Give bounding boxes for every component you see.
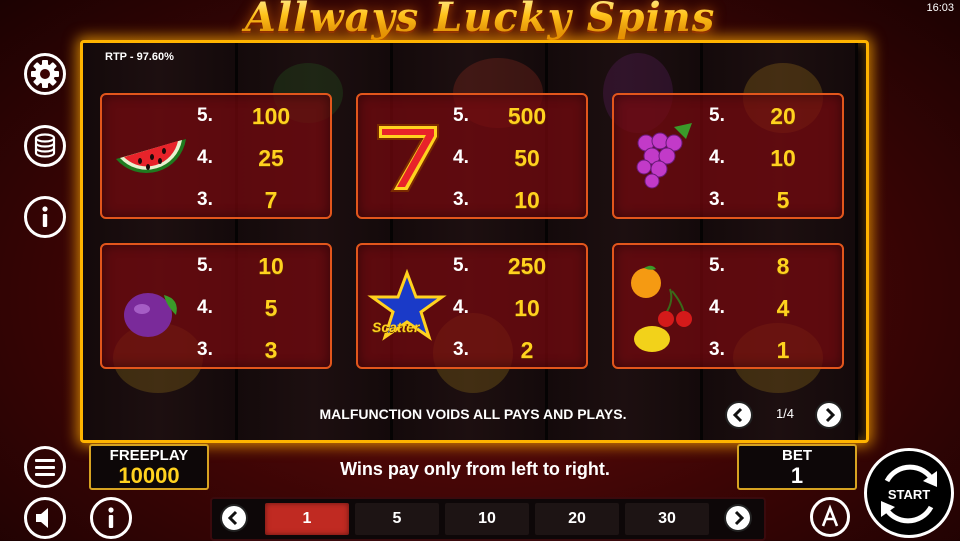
chevron-right-icon [825, 407, 836, 423]
pay-value: 1 [776, 337, 790, 363]
coins-button[interactable] [24, 125, 66, 167]
paytable-card-mixed-fruit: 5. 8 4. 4 3. 1 [612, 243, 844, 369]
pay-value: 20 [770, 103, 796, 129]
paytable-pager: 1/4 [723, 401, 848, 429]
paytable-card-watermelon: 5. 100 4. 25 3. 7 [100, 93, 332, 219]
lines-option-30[interactable]: 30 [625, 503, 709, 535]
count-label: 4. [709, 147, 725, 168]
chevron-right-icon [734, 510, 745, 526]
pay-value: 500 [507, 103, 547, 129]
plum-icon [124, 293, 177, 337]
count-label: 4. [453, 297, 469, 318]
paytable-card-grapes: 5. 20 4. 10 3. 5 [612, 93, 844, 219]
pay-value: 2 [520, 337, 534, 363]
count-label: 4. [197, 147, 213, 168]
seven-icon [377, 124, 439, 192]
pay-value: 7 [264, 187, 278, 213]
bet-value: 1 [790, 463, 804, 488]
clock: 16:03 [926, 2, 954, 14]
info-button-bottom[interactable] [90, 497, 132, 539]
rtp-label: RTP - 97.60% [105, 51, 174, 63]
count-label: 5. [709, 105, 725, 126]
gear-icon [31, 60, 59, 88]
count-label: 4. [197, 297, 213, 318]
paytable-card-plum: 5. 10 4. 5 3. 3 [100, 243, 332, 369]
lines-prev-button[interactable] [222, 506, 246, 530]
freeplay-label: FREEPLAY [109, 447, 189, 464]
count-label: 5. [453, 255, 469, 276]
count-label: 4. [709, 297, 725, 318]
pay-value: 25 [258, 145, 284, 171]
pay-value: 10 [514, 295, 540, 321]
count-label: 3. [709, 339, 725, 360]
hamburger-menu-icon [35, 459, 55, 476]
paytable-card-scatter: Scatter 5. 250 4. 10 3. 2 [356, 243, 588, 369]
pay-value: 50 [514, 145, 540, 171]
pay-value: 250 [507, 253, 547, 279]
chevron-left-icon [227, 510, 238, 526]
info-icon [108, 507, 114, 528]
pay-value: 3 [264, 337, 278, 363]
prev-page-button[interactable] [727, 403, 751, 427]
count-label: 3. [197, 189, 213, 210]
coins-icon [34, 133, 56, 158]
lines-next-button[interactable] [726, 506, 750, 530]
count-label: 5. [197, 255, 213, 276]
next-page-button[interactable] [817, 403, 841, 427]
freeplay-value: 10000 [118, 463, 180, 488]
info-button-top[interactable] [24, 196, 66, 238]
start-button[interactable]: START [864, 448, 954, 538]
grapes-icon [636, 123, 692, 189]
count-label: 3. [453, 189, 469, 210]
malfunction-notice: MALFUNCTION VOIDS ALL PAYS AND PLAYS. [319, 406, 627, 422]
count-label: 3. [453, 339, 469, 360]
autoplay-button[interactable] [810, 497, 850, 537]
count-label: 3. [709, 189, 725, 210]
pay-value: 10 [770, 145, 796, 171]
lines-selector: 1 5 10 20 30 [210, 497, 766, 541]
pay-value: 100 [251, 103, 291, 129]
pay-value: 8 [776, 253, 790, 279]
start-label: START [887, 487, 931, 502]
count-label: 5. [453, 105, 469, 126]
bet-label: BET [782, 447, 812, 464]
scatter-label: Scatter [372, 319, 420, 335]
lines-option-20[interactable]: 20 [535, 503, 619, 535]
settings-button[interactable] [24, 53, 66, 95]
count-label: 4. [453, 147, 469, 168]
lines-option-5[interactable]: 5 [355, 503, 439, 535]
count-label: 3. [197, 339, 213, 360]
watermelon-icon [116, 139, 186, 174]
orange-cherry-lemon-icon [631, 265, 692, 352]
game-title: Allways Lucky Spins [0, 0, 960, 41]
autoplay-icon [821, 504, 839, 527]
pay-value: 4 [776, 295, 790, 321]
paytable-card-seven: 5. 500 4. 50 3. 10 [356, 93, 588, 219]
bet-box[interactable]: BET 1 [737, 444, 857, 490]
wins-direction-text: Wins pay only from left to right. [340, 459, 610, 479]
scatter-star-icon [367, 268, 447, 341]
pay-value: 5 [264, 295, 278, 321]
count-label: 5. [197, 105, 213, 126]
menu-button[interactable] [24, 446, 66, 488]
speaker-icon [36, 508, 48, 528]
count-label: 5. [709, 255, 725, 276]
paytable-panel: RTP - 97.60% 5. 100 4. 25 3. 7 5. 500 4. 50 3… [80, 40, 869, 443]
lines-option-10[interactable]: 10 [445, 503, 529, 535]
freeplay-box: FREEPLAY 10000 [89, 444, 209, 490]
page-indicator: 1/4 [775, 406, 795, 421]
pay-value: 10 [258, 253, 284, 279]
pay-value: 10 [514, 187, 540, 213]
sound-button[interactable] [24, 497, 66, 539]
chevron-left-icon [732, 407, 743, 423]
lines-option-1[interactable]: 1 [265, 503, 349, 535]
info-icon [42, 206, 48, 227]
pay-value: 5 [776, 187, 790, 213]
